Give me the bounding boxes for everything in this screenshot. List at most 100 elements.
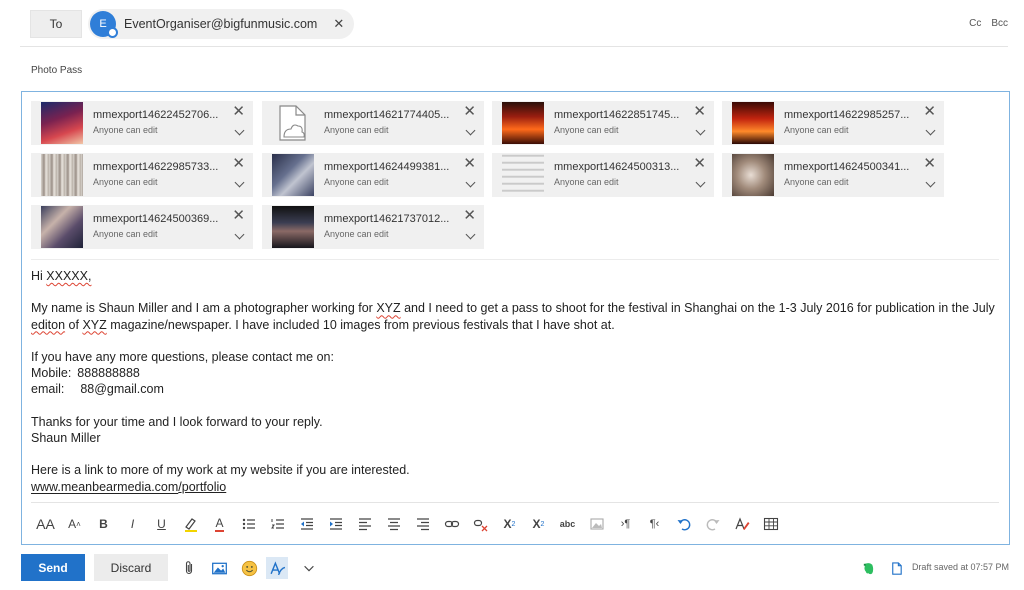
remove-attachment-icon[interactable]: ✕ — [923, 154, 936, 172]
evernote-button[interactable] — [857, 557, 879, 579]
paperclip-icon — [185, 561, 193, 575]
align-center-button[interactable] — [379, 513, 408, 535]
insert-picture-button[interactable] — [208, 557, 230, 579]
attach-file-button[interactable] — [178, 557, 200, 579]
insert-picture-inline-button[interactable] — [582, 513, 611, 535]
attachment-card[interactable]: mmexport14621737012... Anyone can edit ✕ — [262, 205, 484, 249]
remove-attachment-icon[interactable]: ✕ — [693, 102, 706, 120]
cc-bcc-links: Cc Bcc — [969, 18, 1008, 29]
more-options-button[interactable] — [298, 557, 320, 579]
attachment-thumbnail — [732, 154, 774, 196]
greeting-line: Hi XXXXX, — [31, 268, 999, 284]
website-link[interactable]: www.meanbearmedia.com/portfolio — [31, 479, 999, 495]
attachment-options-chevron-icon[interactable] — [695, 177, 706, 188]
attachment-options-chevron-icon[interactable] — [925, 125, 936, 136]
attachment-options-chevron-icon[interactable] — [695, 125, 706, 136]
attachment-options-chevron-icon[interactable] — [234, 229, 245, 240]
para1-editon: editon — [31, 317, 66, 332]
recipient-email: EventOrganiser@bigfunmusic.com — [124, 17, 318, 31]
attachment-card[interactable]: mmexport14622985257... Anyone can edit ✕ — [722, 101, 944, 145]
discard-button[interactable]: Discard — [94, 554, 168, 581]
insert-table-button[interactable] — [756, 513, 785, 535]
attachment-permission: Anyone can edit — [324, 229, 389, 239]
attachment-name: mmexport14621737012... — [324, 213, 450, 225]
attachment-card[interactable]: mmexport14624500369... Anyone can edit ✕ — [31, 205, 253, 249]
highlight-button[interactable] — [176, 513, 205, 535]
attachment-card[interactable]: mmexport14624500313... Anyone can edit ✕ — [492, 153, 714, 197]
ltr-button[interactable]: ›¶ — [611, 513, 640, 535]
send-button[interactable]: Send — [21, 554, 85, 581]
font-color-button[interactable]: A — [205, 513, 234, 535]
para1-text-c: of — [65, 317, 83, 332]
attachment-card[interactable]: mmexport14624500341... Anyone can edit ✕ — [722, 153, 944, 197]
rtl-button[interactable]: ¶‹ — [640, 513, 669, 535]
remove-attachment-icon[interactable]: ✕ — [923, 102, 936, 120]
attachment-card[interactable]: mmexport14621774405... Anyone can edit ✕ — [262, 101, 484, 145]
redo-button[interactable] — [698, 513, 727, 535]
subject-field[interactable]: Photo Pass — [31, 65, 82, 76]
underline-button[interactable]: U — [147, 513, 176, 535]
superscript-button[interactable]: X2 — [495, 513, 524, 535]
format-text-button[interactable] — [266, 557, 288, 579]
align-left-button[interactable] — [350, 513, 379, 535]
attachment-options-chevron-icon[interactable] — [465, 125, 476, 136]
attachment-options-chevron-icon[interactable] — [465, 229, 476, 240]
format-toolbar: AA A ˄ B I U A X2 X2 abc ›¶ ¶‹ — [31, 513, 785, 535]
grow-font-button[interactable]: A ˄ — [60, 513, 89, 535]
subscript-button[interactable]: X2 — [524, 513, 553, 535]
remove-attachment-icon[interactable]: ✕ — [463, 154, 476, 172]
bullets-button[interactable] — [234, 513, 263, 535]
attachment-name: mmexport14624500313... — [554, 161, 680, 173]
attachment-card[interactable]: mmexport14622851745... Anyone can edit ✕ — [492, 101, 714, 145]
remove-attachment-icon[interactable]: ✕ — [232, 102, 245, 120]
attachment-options-chevron-icon[interactable] — [925, 177, 936, 188]
undo-button[interactable] — [669, 513, 698, 535]
email-value: 88@gmail.com — [80, 382, 164, 397]
remove-recipient-icon[interactable]: ✕ — [333, 16, 344, 32]
remove-attachment-icon[interactable]: ✕ — [463, 206, 476, 224]
align-right-button[interactable] — [408, 513, 437, 535]
attachment-permission: Anyone can edit — [554, 177, 619, 187]
attachment-permission: Anyone can edit — [93, 177, 158, 187]
attachment-options-chevron-icon[interactable] — [465, 177, 476, 188]
attachment-card[interactable]: mmexport14622452706... Anyone can edit ✕ — [31, 101, 253, 145]
attachment-options-chevron-icon[interactable] — [234, 177, 245, 188]
insert-link-button[interactable] — [437, 513, 466, 535]
bullet-list-icon — [242, 518, 255, 530]
insert-emoji-button[interactable] — [238, 557, 260, 579]
highlighter-icon — [184, 518, 197, 532]
attachment-name: mmexport14622452706... — [93, 109, 219, 121]
recipient-chip[interactable]: E EventOrganiser@bigfunmusic.com ✕ — [88, 9, 354, 39]
attachment-name: mmexport14621774405... — [324, 109, 450, 121]
bcc-link[interactable]: Bcc — [991, 18, 1008, 29]
clear-formatting-button[interactable] — [727, 513, 756, 535]
attachment-thumbnail — [272, 154, 314, 196]
increase-indent-button[interactable] — [321, 513, 350, 535]
attachment-card[interactable]: mmexport14624499381... Anyone can edit ✕ — [262, 153, 484, 197]
attachment-thumbnail — [41, 154, 83, 196]
remove-attachment-icon[interactable]: ✕ — [232, 154, 245, 172]
cc-link[interactable]: Cc — [969, 18, 981, 29]
draft-doc-button[interactable] — [885, 557, 907, 579]
remove-attachment-icon[interactable]: ✕ — [463, 102, 476, 120]
generic-file-icon — [279, 105, 306, 141]
draft-status: Draft saved at 07:57 PM — [911, 562, 1009, 572]
bold-button[interactable]: B — [89, 513, 118, 535]
undo-icon — [677, 519, 690, 531]
to-button[interactable]: To — [30, 10, 82, 38]
italic-button[interactable]: I — [118, 513, 147, 535]
font-size-label: AA — [36, 516, 55, 532]
remove-attachment-icon[interactable]: ✕ — [232, 206, 245, 224]
message-body[interactable]: Hi XXXXX, My name is Shaun Miller and I … — [31, 268, 999, 495]
attachment-options-chevron-icon[interactable] — [234, 125, 245, 136]
decrease-indent-button[interactable] — [292, 513, 321, 535]
numbering-button[interactable] — [263, 513, 292, 535]
font-size-button[interactable]: AA — [31, 513, 60, 535]
remove-link-button[interactable] — [466, 513, 495, 535]
attachment-permission: Anyone can edit — [324, 177, 389, 187]
attachment-name: mmexport14624500369... — [93, 213, 219, 225]
attachment-card[interactable]: mmexport14622985733... Anyone can edit ✕ — [31, 153, 253, 197]
strikethrough-button[interactable]: abc — [553, 513, 582, 535]
attachment-thumbnail — [732, 102, 774, 144]
remove-attachment-icon[interactable]: ✕ — [693, 154, 706, 172]
